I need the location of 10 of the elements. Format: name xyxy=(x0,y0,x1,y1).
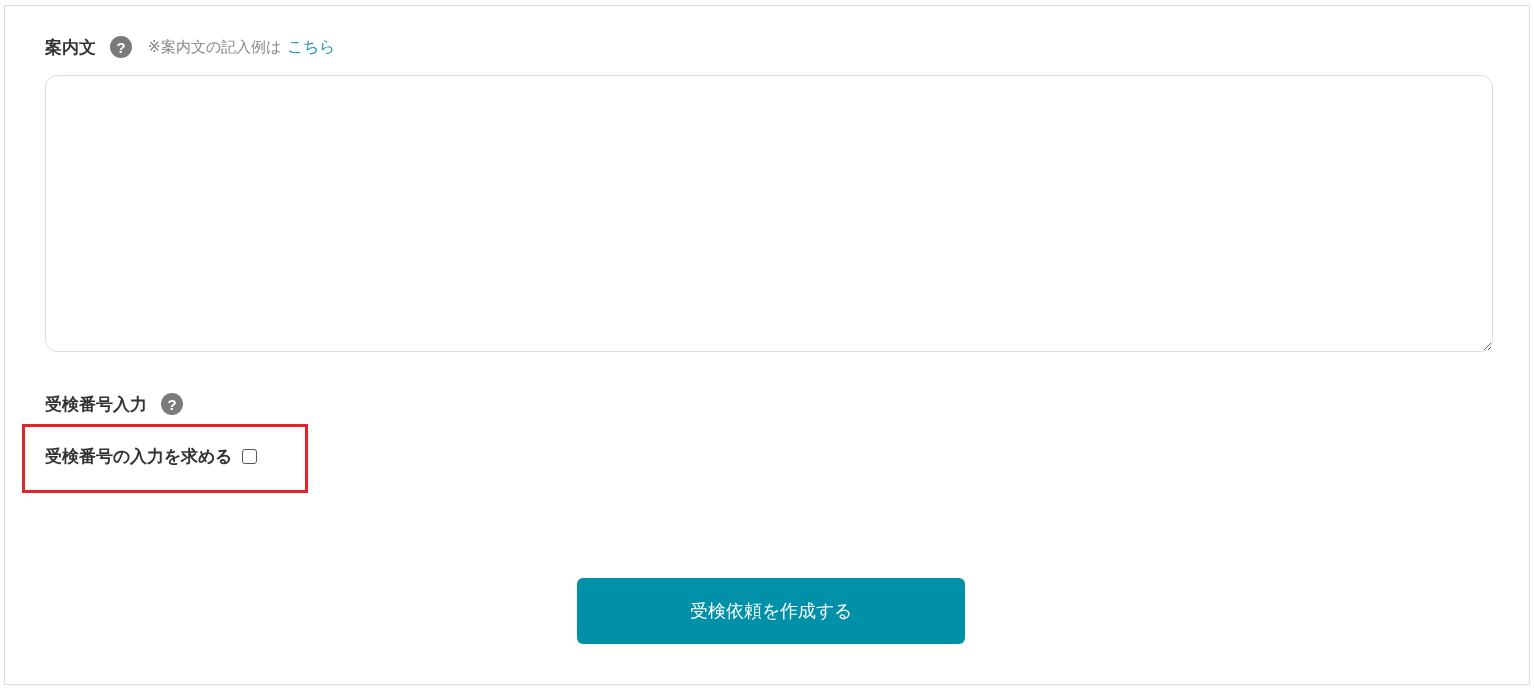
hint-text: ※案内文の記入例は xyxy=(148,37,281,57)
create-request-button[interactable]: 受検依頼を作成する xyxy=(577,578,965,644)
checkbox[interactable] xyxy=(242,448,257,464)
field-label: 案内文 xyxy=(45,35,96,59)
guide-text-field[interactable] xyxy=(45,75,1493,352)
checkbox-label: 受検番号の入力を求める xyxy=(45,444,232,468)
help-icon[interactable]: ? xyxy=(161,393,183,415)
field-label: 受検番号入力 xyxy=(45,392,147,416)
example-link[interactable]: こちら xyxy=(286,36,335,58)
help-icon[interactable]: ? xyxy=(110,36,132,58)
